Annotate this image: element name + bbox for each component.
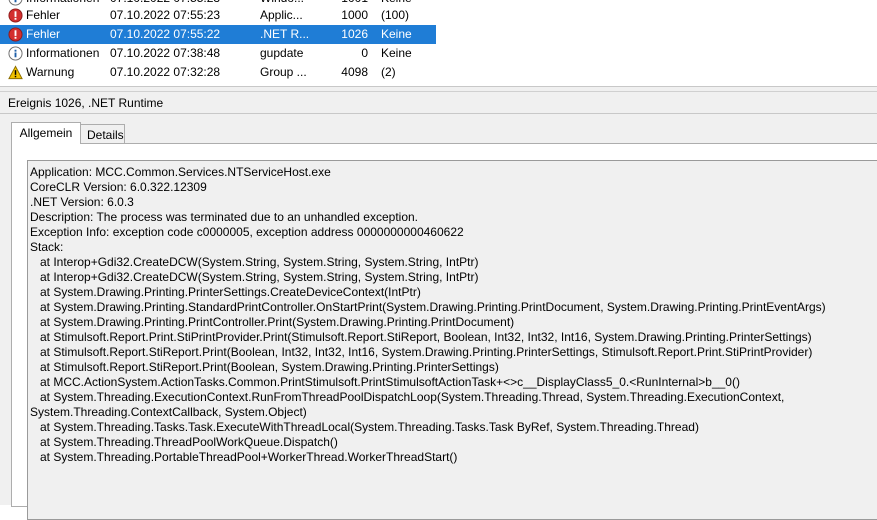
event-source: gupdate bbox=[260, 46, 304, 60]
divider bbox=[0, 113, 877, 114]
event-source: Group ... bbox=[260, 65, 307, 79]
event-list[interactable]: Informationen 07.10.2022 07:55:23 Windo.… bbox=[0, 0, 877, 86]
error-icon bbox=[8, 8, 23, 23]
message-line: at System.Threading.PortableThreadPool+W… bbox=[30, 450, 458, 464]
tab-details[interactable]: Details bbox=[80, 124, 125, 144]
event-message-text[interactable]: Application: MCC.Common.Services.NTServi… bbox=[27, 160, 877, 520]
event-level: Fehler bbox=[26, 8, 61, 22]
event-detail-pane: Ereignis 1026, .NET Runtime Allgemein De… bbox=[0, 92, 877, 520]
message-line: at Stimulsoft.Report.Print.StiPrintProvi… bbox=[30, 330, 812, 344]
event-task: (2) bbox=[381, 65, 396, 79]
event-source: Applic... bbox=[260, 8, 303, 22]
warning-icon bbox=[8, 65, 23, 80]
event-level: Informationen bbox=[26, 46, 100, 60]
message-line: at System.Drawing.Printing.PrinterSettin… bbox=[30, 285, 421, 299]
event-row[interactable]: Fehler 07.10.2022 07:55:23 Applic... 100… bbox=[0, 6, 436, 25]
message-line: Application: MCC.Common.Services.NTServi… bbox=[30, 165, 331, 179]
event-id: 4098 bbox=[341, 65, 368, 79]
error-icon bbox=[8, 27, 23, 42]
message-line: at System.Drawing.Printing.StandardPrint… bbox=[30, 300, 826, 314]
message-line: at Stimulsoft.Report.StiReport.Print(Boo… bbox=[30, 360, 499, 374]
message-line: at System.Threading.ThreadPoolWorkQueue.… bbox=[30, 435, 338, 449]
message-line: at System.Drawing.Printing.PrintControll… bbox=[30, 315, 515, 329]
event-id: 0 bbox=[361, 46, 368, 60]
event-date: 07.10.2022 07:38:48 bbox=[110, 46, 221, 60]
event-date: 07.10.2022 07:32:28 bbox=[110, 65, 221, 79]
message-line: at Stimulsoft.Report.StiReport.Print(Boo… bbox=[30, 345, 813, 359]
tab-general[interactable]: Allgemein bbox=[11, 122, 81, 144]
message-line: Exception Info: exception code c0000005,… bbox=[30, 225, 464, 239]
message-line: at Interop+Gdi32.CreateDCW(System.String… bbox=[30, 270, 479, 284]
tab-panel-general: Application: MCC.Common.Services.NTServi… bbox=[11, 143, 877, 520]
event-level: Fehler bbox=[26, 27, 61, 41]
event-task: Keine bbox=[381, 27, 412, 41]
event-task: Keine bbox=[381, 46, 412, 60]
message-line: Stack: bbox=[30, 240, 64, 254]
event-id: 1026 bbox=[341, 27, 368, 41]
message-line: at MCC.ActionSystem.ActionTasks.Common.P… bbox=[30, 375, 740, 389]
message-line: System.Threading.ContextCallback, System… bbox=[30, 405, 307, 419]
message-line: Description: The process was terminated … bbox=[30, 210, 419, 224]
message-line: at System.Threading.Tasks.Task.ExecuteWi… bbox=[30, 420, 699, 434]
event-task: (100) bbox=[381, 8, 410, 22]
event-row-selected[interactable]: Fehler 07.10.2022 07:55:22 .NET R... 102… bbox=[0, 25, 436, 44]
event-id: 1000 bbox=[341, 8, 368, 22]
event-row[interactable]: Warnung 07.10.2022 07:32:28 Group ... 40… bbox=[0, 63, 436, 82]
event-date: 07.10.2022 07:55:22 bbox=[110, 27, 221, 41]
event-row[interactable]: Informationen 07.10.2022 07:38:48 gupdat… bbox=[0, 44, 436, 63]
message-line: CoreCLR Version: 6.0.322.12309 bbox=[30, 180, 207, 194]
message-line: .NET Version: 6.0.3 bbox=[30, 195, 134, 209]
event-level: Warnung bbox=[26, 65, 75, 79]
event-source: .NET R... bbox=[260, 27, 310, 41]
event-date: 07.10.2022 07:55:23 bbox=[110, 8, 221, 22]
message-line: at Interop+Gdi32.CreateDCW(System.String… bbox=[30, 255, 479, 269]
message-line: at System.Threading.ExecutionContext.Run… bbox=[30, 390, 785, 404]
detail-title: Ereignis 1026, .NET Runtime bbox=[8, 96, 164, 110]
info-icon bbox=[8, 46, 23, 61]
